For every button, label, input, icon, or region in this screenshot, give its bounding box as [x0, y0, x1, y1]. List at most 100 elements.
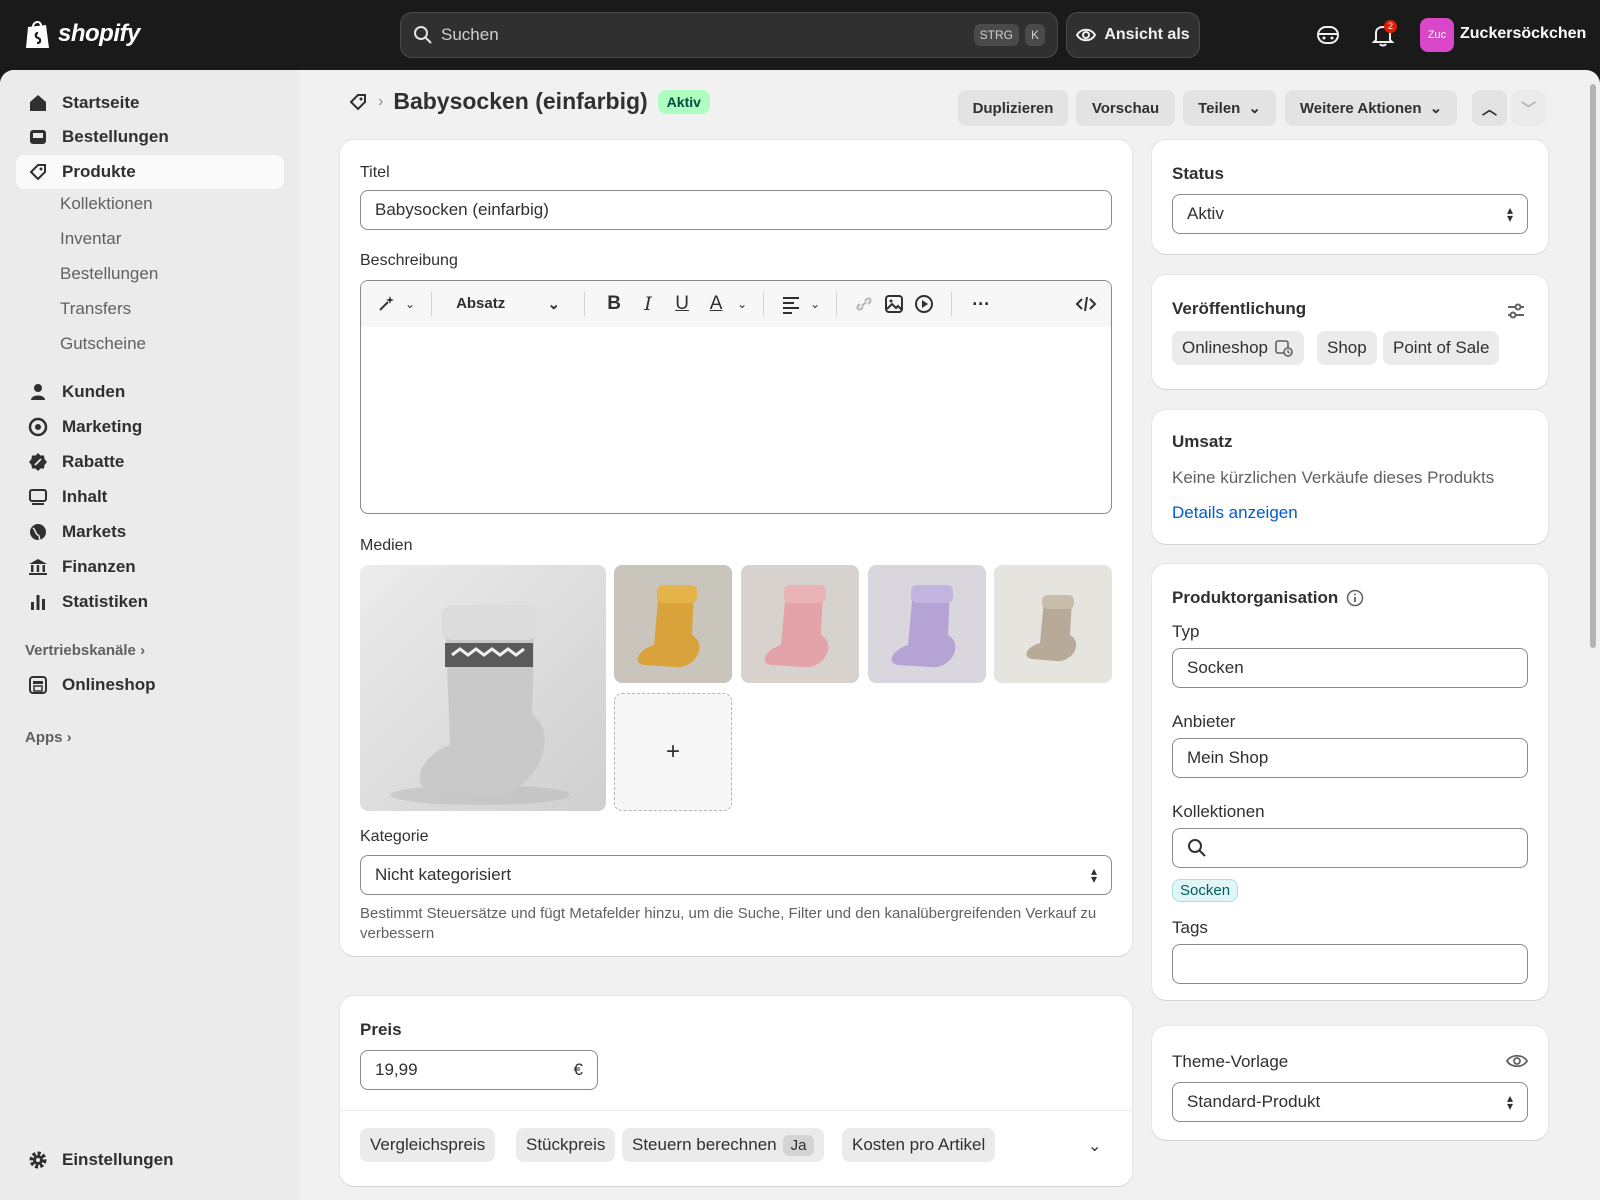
- share-button[interactable]: Teilen ⌄: [1183, 90, 1276, 126]
- sales-channels-header[interactable]: Vertriebskanäle ›: [25, 642, 145, 659]
- price-value: 19,99: [375, 1060, 418, 1079]
- theme-select[interactable]: Standard-Produkt ▴ ▾: [1172, 1082, 1528, 1122]
- media-tile-beige[interactable]: [994, 565, 1112, 683]
- chevron-down-icon[interactable]: ⌄: [737, 297, 747, 311]
- paragraph-style-select[interactable]: Absatz ⌄: [448, 295, 568, 313]
- collections-search-input[interactable]: [1172, 828, 1528, 868]
- description-editor[interactable]: ⌄ Absatz ⌄ B I U A ⌄ ⌄ ···: [360, 280, 1112, 514]
- add-media-button[interactable]: +: [614, 693, 732, 811]
- editor-toolbar: ⌄ Absatz ⌄ B I U A ⌄ ⌄ ···: [361, 281, 1111, 327]
- collection-chip[interactable]: Socken: [1172, 879, 1239, 902]
- chevron-right-icon: ›: [66, 729, 72, 746]
- sidebar-sub-gutscheine[interactable]: Gutscheine: [60, 334, 146, 354]
- sidekick-icon[interactable]: [1315, 22, 1341, 48]
- sidebar-sub-kollektionen[interactable]: Kollektionen: [60, 194, 153, 214]
- text-color-icon[interactable]: A: [703, 293, 729, 315]
- sidebar-item-markets[interactable]: Markets: [16, 515, 284, 549]
- bold-icon[interactable]: B: [601, 293, 627, 315]
- sidebar-item-marketing[interactable]: Marketing: [16, 410, 284, 444]
- settings-sliders-icon[interactable]: [1506, 301, 1526, 321]
- view-as-label: Ansicht als: [1104, 26, 1190, 43]
- content-area: › Babysocken (einfarbig) Aktiv Duplizier…: [300, 70, 1600, 1200]
- media-tile-yellow[interactable]: [614, 565, 732, 683]
- search-icon: [1188, 839, 1206, 857]
- preview-button[interactable]: Vorschau: [1076, 90, 1175, 126]
- sidebar-item-statistiken[interactable]: Statistiken: [16, 585, 284, 619]
- sidebar-item-rabatte[interactable]: Rabatte: [16, 445, 284, 479]
- channel-pill-pos[interactable]: Point of Sale: [1383, 331, 1500, 365]
- scrollbar[interactable]: [1590, 84, 1596, 648]
- sidebar-item-inhalt[interactable]: Inhalt: [16, 480, 284, 514]
- chevron-down-icon[interactable]: ⌄: [405, 297, 415, 311]
- align-left-icon[interactable]: [780, 293, 802, 315]
- sidebar: Startseite Bestellungen Produkte Kollekt…: [0, 70, 300, 1200]
- underline-icon[interactable]: U: [669, 293, 695, 315]
- sidebar-item-settings[interactable]: Einstellungen: [16, 1143, 284, 1177]
- media-tile-lilac[interactable]: [868, 565, 986, 683]
- product-organization-card: Produktorganisation Typ Socken Anbieter …: [1152, 564, 1548, 1000]
- person-icon: [31, 384, 45, 400]
- sidebar-item-label: Kunden: [62, 382, 126, 401]
- image-icon[interactable]: [883, 293, 905, 315]
- chevron-down-icon[interactable]: ⌄: [1088, 1136, 1101, 1156]
- media-tile-main[interactable]: [360, 565, 606, 811]
- eye-icon[interactable]: [1506, 1050, 1528, 1072]
- status-label: Status: [1172, 164, 1224, 183]
- duplicate-button[interactable]: Duplizieren: [958, 90, 1068, 126]
- sidebar-item-startseite[interactable]: Startseite: [16, 86, 284, 120]
- media-tile-pink[interactable]: [741, 565, 859, 683]
- page-header: › Babysocken (einfarbig) Aktiv: [348, 88, 710, 115]
- view-as-button[interactable]: Ansicht als: [1066, 12, 1200, 58]
- more-horizontal-icon[interactable]: ···: [968, 294, 994, 315]
- sidebar-sub-bestellungen[interactable]: Bestellungen: [60, 264, 158, 284]
- category-select[interactable]: Nicht kategorisiert ▴ ▾: [360, 855, 1112, 895]
- sidebar-item-onlineshop[interactable]: Onlineshop: [16, 668, 284, 702]
- apps-header[interactable]: Apps ›: [25, 729, 72, 746]
- magic-icon[interactable]: [375, 293, 397, 315]
- price-card: Preis 19,99 € Vergleichspreis Stückpreis…: [340, 996, 1132, 1186]
- title-input[interactable]: Babysocken (einfarbig): [360, 190, 1112, 230]
- sales-details-link[interactable]: Details anzeigen: [1172, 503, 1298, 523]
- vendor-label: Anbieter: [1172, 712, 1236, 731]
- chevron-down-icon: ﹀: [1520, 100, 1536, 118]
- avatar[interactable]: Zuc: [1420, 18, 1454, 52]
- sidebar-item-finanzen[interactable]: Finanzen: [16, 550, 284, 584]
- taxes-pill[interactable]: Steuern berechnen Ja: [622, 1128, 825, 1162]
- cost-per-item-pill[interactable]: Kosten pro Artikel: [842, 1128, 996, 1162]
- code-icon[interactable]: [1075, 293, 1097, 315]
- search-bar[interactable]: Suchen STRG K: [400, 12, 1058, 58]
- store-name[interactable]: Zuckersöckchen: [1460, 25, 1586, 43]
- theme-template-card: Theme-Vorlage Standard-Produkt ▴ ▾: [1152, 1026, 1548, 1140]
- tag-icon[interactable]: [348, 92, 368, 112]
- status-select[interactable]: Aktiv ▴ ▾: [1172, 194, 1528, 234]
- organization-label: Produktorganisation: [1172, 588, 1339, 607]
- sidebar-item-produkte[interactable]: Produkte: [16, 155, 284, 189]
- previous-product-button[interactable]: ︿: [1472, 90, 1507, 126]
- paragraph-style-value: Absatz: [456, 295, 506, 312]
- shopify-logo[interactable]: shopify: [24, 18, 140, 50]
- sidebar-sub-inventar[interactable]: Inventar: [60, 229, 121, 249]
- toolbar-divider: [763, 292, 765, 316]
- sidebar-sub-transfers[interactable]: Transfers: [60, 299, 131, 319]
- link-icon[interactable]: [853, 293, 875, 315]
- unit-price-pill[interactable]: Stückpreis: [516, 1128, 616, 1162]
- sidebar-item-label: Rabatte: [62, 452, 125, 471]
- more-actions-button[interactable]: Weitere Aktionen ⌄: [1285, 90, 1457, 126]
- video-icon[interactable]: [913, 293, 935, 315]
- price-input[interactable]: 19,99 €: [360, 1050, 598, 1090]
- select-arrows-icon: ▴ ▾: [1506, 203, 1513, 225]
- chevron-down-icon[interactable]: ⌄: [810, 297, 820, 311]
- channel-pill-onlineshop[interactable]: Onlineshop: [1172, 331, 1305, 365]
- compare-price-pill[interactable]: Vergleichspreis: [360, 1128, 496, 1162]
- sidebar-item-bestellungen[interactable]: Bestellungen: [16, 120, 284, 154]
- next-product-button[interactable]: ﹀: [1511, 90, 1546, 126]
- sidebar-item-kunden[interactable]: Kunden: [16, 375, 284, 409]
- italic-icon[interactable]: I: [635, 293, 661, 315]
- vendor-input[interactable]: Mein Shop: [1172, 738, 1528, 778]
- tags-input[interactable]: [1172, 944, 1528, 984]
- info-icon[interactable]: [1346, 589, 1364, 607]
- collections-label: Kollektionen: [1172, 802, 1265, 821]
- channel-pill-shop[interactable]: Shop: [1317, 331, 1377, 365]
- type-input[interactable]: Socken: [1172, 648, 1528, 688]
- taxes-value: Ja: [782, 1134, 815, 1156]
